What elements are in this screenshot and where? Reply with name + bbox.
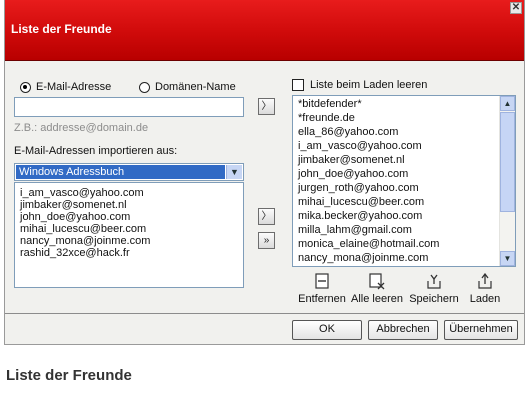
list-item[interactable]: mika.becker@yahoo.com	[293, 210, 515, 222]
remove-button[interactable]: Entfernen	[296, 273, 348, 305]
close-icon[interactable]: ✕	[510, 2, 522, 14]
page-caption: Liste der Freunde	[6, 367, 132, 384]
friends-list[interactable]: *bitdefender* *freunde.de ella_86@yahoo.…	[292, 95, 516, 267]
address-hint: Z.B.: addresse@domain.de	[14, 122, 149, 134]
radio-email-address[interactable]: E-Mail-Adresse	[20, 81, 111, 93]
list-item[interactable]: rashid_32xce@hack.fr	[15, 247, 243, 259]
list-item[interactable]: *bitdefender*	[293, 98, 515, 110]
radio-selected-icon	[20, 81, 31, 93]
dialog-titlebar: Liste der Freunde ✕	[5, 0, 524, 61]
clear-all-button[interactable]: Alle leeren	[350, 273, 404, 305]
scroll-down-icon[interactable]: ▼	[500, 251, 515, 266]
address-input[interactable]	[14, 97, 244, 117]
radio-unselected-icon	[139, 81, 150, 93]
load-icon	[476, 272, 494, 290]
radio-domain-name[interactable]: Domänen-Name	[139, 81, 236, 93]
list-item[interactable]: mihai_lucescu@beer.com	[15, 223, 243, 235]
list-item[interactable]: jimbaker@somenet.nl	[15, 199, 243, 211]
list-item[interactable]: john_doe@yahoo.com	[15, 211, 243, 223]
friends-scrollbar[interactable]: ▲ ▼	[499, 96, 515, 266]
clear-all-label: Alle leeren	[351, 293, 403, 305]
list-item[interactable]: jurgen_roth@yahoo.com	[293, 182, 515, 194]
chevron-right-icon: 〉	[261, 101, 272, 112]
add-selected-button[interactable]: 〉	[258, 208, 275, 225]
contacts-list[interactable]: i_am_vasco@yahoo.com jimbaker@somenet.nl…	[14, 182, 244, 288]
list-item[interactable]: i_am_vasco@yahoo.com	[15, 187, 243, 199]
list-item[interactable]: nancy_mona@joinme.com	[293, 252, 515, 264]
clear-on-load-label: Liste beim Laden leeren	[310, 79, 428, 91]
list-item[interactable]: nancy_mona@joinme.com	[15, 235, 243, 247]
save-button[interactable]: Speichern	[407, 273, 461, 305]
import-source-select[interactable]: Windows Adressbuch ▼	[14, 163, 244, 181]
remove-label: Entfernen	[298, 293, 346, 305]
import-source-value: Windows Adressbuch	[16, 165, 225, 179]
save-icon	[425, 273, 443, 290]
load-button[interactable]: Laden	[466, 272, 504, 305]
chevron-down-icon[interactable]: ▼	[226, 165, 242, 179]
list-item[interactable]: milla_lahm@gmail.com	[293, 224, 515, 236]
list-item[interactable]: *freunde.de	[293, 112, 515, 124]
scroll-up-icon[interactable]: ▲	[500, 96, 515, 111]
list-item[interactable]: i_am_vasco@yahoo.com	[293, 140, 515, 152]
dialog-title: Liste der Freunde	[11, 22, 112, 36]
radio-domain-label: Domänen-Name	[155, 81, 236, 93]
clear-on-load-checkbox[interactable]	[292, 79, 304, 91]
load-label: Laden	[469, 293, 501, 305]
add-all-button[interactable]: »	[258, 232, 275, 249]
list-item[interactable]: mihai_lucescu@beer.com	[293, 196, 515, 208]
clear-all-icon	[368, 273, 386, 290]
scroll-thumb[interactable]	[500, 112, 515, 212]
import-label: E-Mail-Adressen importieren aus:	[14, 145, 178, 157]
footer-divider	[5, 313, 524, 314]
apply-button[interactable]: Übernehmen	[444, 320, 518, 340]
chevron-right-icon: 〉	[261, 211, 272, 222]
ok-button[interactable]: OK	[292, 320, 362, 340]
list-item[interactable]: ella_86@yahoo.com	[293, 126, 515, 138]
cancel-button[interactable]: Abbrechen	[368, 320, 438, 340]
remove-icon	[313, 273, 331, 290]
radio-email-label: E-Mail-Adresse	[36, 81, 112, 93]
double-chevron-right-icon: »	[263, 235, 270, 246]
list-item[interactable]: john_doe@yahoo.com	[293, 168, 515, 180]
list-item[interactable]: jimbaker@somenet.nl	[293, 154, 515, 166]
save-label: Speichern	[409, 293, 459, 305]
add-address-button[interactable]: 〉	[258, 98, 275, 115]
list-item[interactable]: monica_elaine@hotmail.com	[293, 238, 515, 250]
